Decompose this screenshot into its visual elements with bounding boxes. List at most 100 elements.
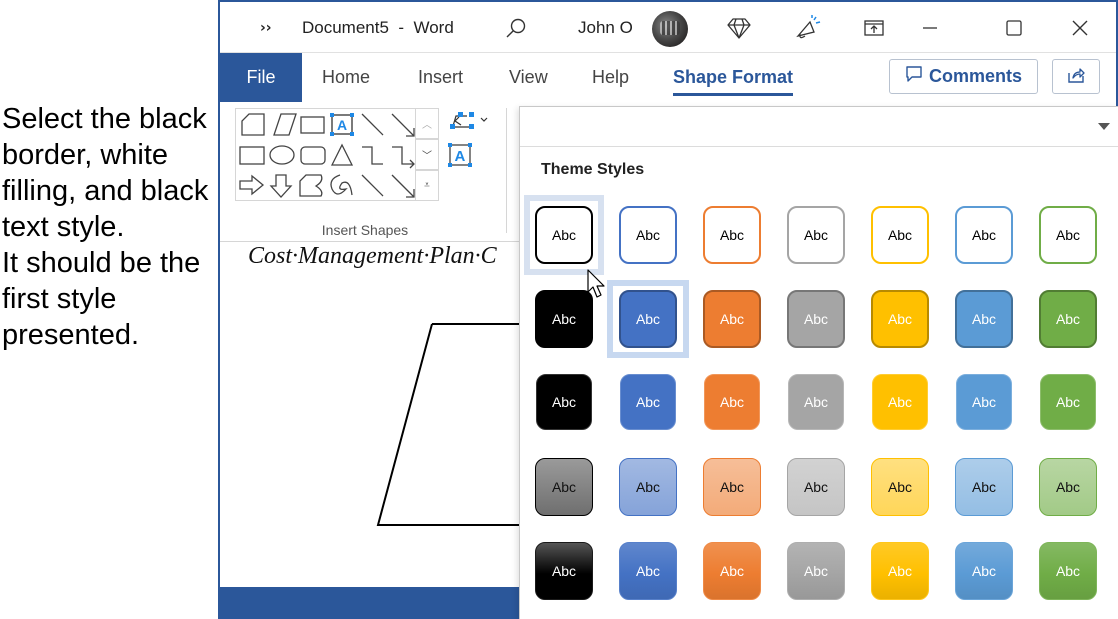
shape-snip-corner-rectangle[interactable]: [241, 113, 265, 136]
style-tile-colored-fill-dark-outline-5[interactable]: Abc: [871, 290, 929, 348]
shape-right-arrow[interactable]: [239, 174, 265, 196]
shape-down-arrow[interactable]: [269, 174, 293, 198]
tab-home[interactable]: Home: [322, 53, 370, 102]
style-tile-light-gradient-6[interactable]: Abc: [955, 458, 1013, 516]
tab-insert[interactable]: Insert: [418, 53, 463, 102]
style-tile-colored-outline-4[interactable]: Abc: [787, 206, 845, 264]
shape-rectangle-2[interactable]: [239, 146, 265, 165]
style-tile-colored-outline-1[interactable]: Abc: [535, 206, 593, 264]
shape-elbow-arrow-connector[interactable]: [392, 146, 415, 169]
style-tile-intense-gradient-7[interactable]: Abc: [1039, 542, 1097, 600]
shapes-gallery: A: [235, 108, 419, 201]
shape-parallelogram[interactable]: [273, 113, 297, 136]
style-tile-colored-outline-5[interactable]: Abc: [871, 206, 929, 264]
comments-button[interactable]: Comments: [889, 59, 1038, 94]
edit-shape-icon: [450, 112, 488, 129]
draw-text-box-button[interactable]: A: [447, 142, 473, 168]
tab-file[interactable]: File: [220, 53, 302, 102]
maximize-icon[interactable]: [1004, 2, 1024, 53]
shape-arrow-line-2[interactable]: [391, 174, 415, 198]
edit-shape-button[interactable]: [447, 108, 493, 132]
share-button[interactable]: [1052, 59, 1100, 94]
shape-oval[interactable]: [269, 145, 295, 165]
search-icon[interactable]: [505, 2, 527, 53]
style-tile-colored-outline-3[interactable]: Abc: [703, 206, 761, 264]
style-tile-light-gradient-4[interactable]: Abc: [787, 458, 845, 516]
megaphone-icon[interactable]: [794, 2, 822, 53]
shape-triangle[interactable]: [330, 143, 354, 166]
style-tile-light-gradient-2[interactable]: Abc: [619, 458, 677, 516]
style-tile-colored-fill-dark-outline-2[interactable]: Abc: [619, 290, 677, 348]
style-tile-colored-fill-dark-outline-4[interactable]: Abc: [787, 290, 845, 348]
style-tile-label: Abc: [887, 311, 913, 327]
style-tile-colored-fill-4[interactable]: Abc: [788, 374, 844, 430]
style-tile-label: Abc: [1055, 394, 1081, 410]
tab-shape-format[interactable]: Shape Format: [673, 53, 794, 102]
style-tile-colored-fill-dark-outline-7[interactable]: Abc: [1039, 290, 1097, 348]
style-tile-label: Abc: [635, 227, 661, 243]
style-tile-label: Abc: [635, 394, 661, 410]
style-tile-label: Abc: [803, 563, 829, 579]
style-tile-light-gradient-3[interactable]: Abc: [703, 458, 761, 516]
shape-arrow-line[interactable]: [391, 113, 415, 137]
ribbon-display-options-icon[interactable]: [863, 2, 885, 53]
gallery-scroll: ︿ ﹀ ⩡: [415, 108, 439, 201]
style-tile-label: Abc: [719, 563, 745, 579]
shape-line[interactable]: [361, 113, 384, 136]
style-tile-colored-fill-dark-outline-6[interactable]: Abc: [955, 290, 1013, 348]
more-icon: ⩡: [424, 180, 430, 191]
tab-view[interactable]: View: [509, 53, 548, 102]
gallery-scroll-down-button[interactable]: ﹀: [415, 139, 439, 170]
style-tile-intense-gradient-3[interactable]: Abc: [703, 542, 761, 600]
style-tile-intense-gradient-2[interactable]: Abc: [619, 542, 677, 600]
gallery-scroll-up-button[interactable]: ︿: [415, 108, 439, 139]
shape-rounded-rectangle[interactable]: [300, 146, 326, 165]
shape-scribble[interactable]: [330, 174, 353, 196]
style-tile-colored-fill-5[interactable]: Abc: [872, 374, 928, 430]
style-tile-label: Abc: [803, 479, 829, 495]
shape-rectangle[interactable]: [300, 116, 325, 134]
gallery-more-button[interactable]: ⩡: [415, 170, 439, 201]
style-tile-intense-gradient-4[interactable]: Abc: [787, 542, 845, 600]
style-tile-light-gradient-5[interactable]: Abc: [871, 458, 929, 516]
user-name[interactable]: John O: [578, 2, 633, 53]
chevrons-right-icon[interactable]: ››: [260, 2, 272, 53]
style-tile-light-gradient-1[interactable]: Abc: [535, 458, 593, 516]
style-tile-label: Abc: [551, 394, 577, 410]
title-bar: ›› Document5 - Word John O: [220, 2, 1116, 53]
diamond-icon[interactable]: [727, 2, 751, 53]
shape-styles-dropdown: Theme Styles Abc Abc Abc Abc Abc Abc Abc Abc Abc…: [519, 106, 1118, 619]
style-tile-colored-fill-dark-outline-1[interactable]: Abc: [535, 290, 593, 348]
style-tile-colored-outline-7[interactable]: Abc: [1039, 206, 1097, 264]
parallelogram-shape[interactable]: [376, 323, 526, 533]
shape-flowchart[interactable]: [299, 174, 323, 197]
style-tile-intense-gradient-1[interactable]: Abc: [535, 542, 593, 600]
document-heading: Cost·Management·Plan·C: [248, 243, 497, 269]
style-tile-intense-gradient-6[interactable]: Abc: [955, 542, 1013, 600]
style-tile-light-gradient-7[interactable]: Abc: [1039, 458, 1097, 516]
style-tile-intense-gradient-5[interactable]: Abc: [871, 542, 929, 600]
style-tile-colored-fill-7[interactable]: Abc: [1040, 374, 1096, 430]
shape-text-box[interactable]: A: [330, 113, 354, 136]
style-tile-colored-fill-dark-outline-3[interactable]: Abc: [703, 290, 761, 348]
shape-elbow-connector[interactable]: [362, 146, 383, 165]
comment-icon: [905, 65, 923, 88]
style-tile-colored-fill-2[interactable]: Abc: [620, 374, 676, 430]
style-tile-label: Abc: [887, 563, 913, 579]
close-icon[interactable]: [1070, 2, 1090, 53]
avatar[interactable]: [652, 11, 688, 47]
style-tile-colored-fill-3[interactable]: Abc: [704, 374, 760, 430]
style-tile-label: Abc: [719, 227, 745, 243]
minimize-icon[interactable]: [920, 2, 940, 53]
instruction-text: Select the black border, white filling, …: [2, 103, 209, 351]
style-tile-label: Abc: [971, 227, 997, 243]
style-tile-label: Abc: [803, 227, 829, 243]
style-tile-colored-fill-6[interactable]: Abc: [956, 374, 1012, 430]
style-tile-label: Abc: [1055, 227, 1081, 243]
ribbon-separator: [506, 108, 507, 233]
style-tile-colored-outline-6[interactable]: Abc: [955, 206, 1013, 264]
tab-help[interactable]: Help: [592, 53, 629, 102]
shape-line-2[interactable]: [361, 174, 384, 197]
style-tile-colored-outline-2[interactable]: Abc: [619, 206, 677, 264]
style-tile-colored-fill-1[interactable]: Abc: [536, 374, 592, 430]
